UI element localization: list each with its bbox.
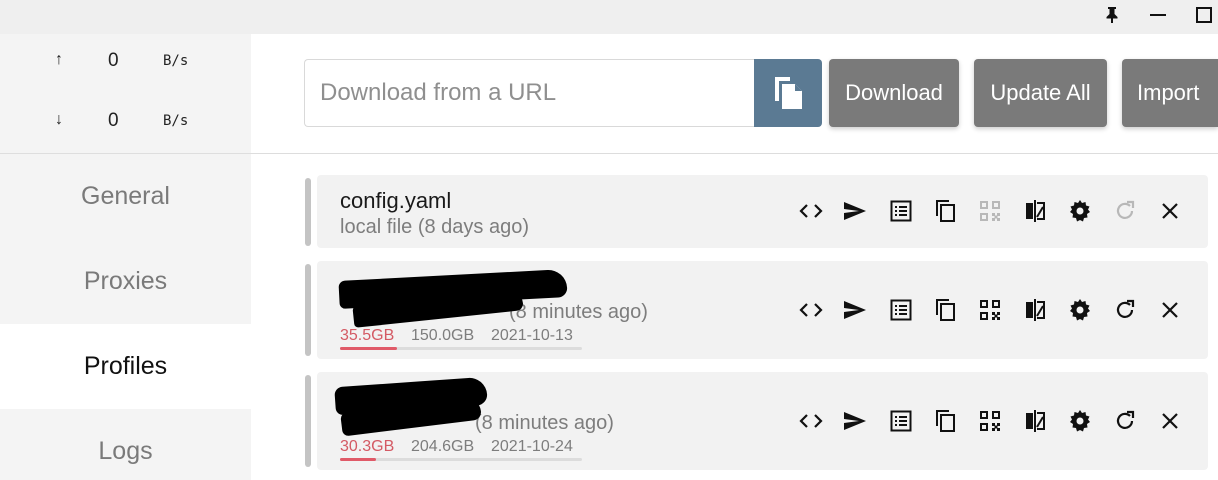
used-traffic: 35.5GB <box>340 327 395 344</box>
download-arrow-icon: ↓ <box>55 111 63 128</box>
compare-icon[interactable] <box>1021 296 1049 324</box>
profile-subtitle: local file (8 days ago) <box>340 216 529 238</box>
usage-progress <box>340 458 582 461</box>
total-traffic: 150.0GB <box>411 327 475 344</box>
traffic-panel: ↑ 0 B/s ↓ 0 B/s <box>0 34 251 154</box>
close-icon[interactable] <box>1156 407 1184 435</box>
profiles-toolbar: Download Update All Import <box>251 34 1218 154</box>
qr-code-icon[interactable] <box>976 407 1004 435</box>
url-input[interactable] <box>304 59 754 127</box>
usage-progress-fill <box>340 347 398 350</box>
usage-progress <box>340 347 582 350</box>
profile-subtitle: (8 minutes ago) <box>509 301 648 323</box>
download-speed: ↓ 0 B/s <box>0 107 251 137</box>
download-unit: B/s <box>163 113 189 129</box>
nav-item-general[interactable]: General <box>0 154 251 239</box>
upload-value: 0 <box>108 50 119 71</box>
nav-item-proxies[interactable]: Proxies <box>0 239 251 324</box>
refresh-icon[interactable] <box>1111 296 1139 324</box>
compare-icon[interactable] <box>1021 197 1049 225</box>
code-icon[interactable] <box>797 197 825 225</box>
upload-arrow-icon: ↑ <box>55 51 63 68</box>
compare-icon[interactable] <box>1021 407 1049 435</box>
refresh-icon[interactable] <box>1111 197 1139 225</box>
update-all-button[interactable]: Update All <box>974 59 1107 127</box>
qr-code-icon[interactable] <box>976 197 1004 225</box>
profile-actions <box>797 175 1197 248</box>
maximize-icon[interactable] <box>1184 0 1218 30</box>
paste-button[interactable] <box>754 59 822 127</box>
pin-icon[interactable] <box>1092 0 1132 30</box>
profile-actions <box>797 261 1197 359</box>
usage-progress-fill <box>340 458 376 461</box>
paste-icon <box>775 77 802 109</box>
profile-name: config.yaml <box>340 188 452 213</box>
code-icon[interactable] <box>797 296 825 324</box>
send-icon[interactable] <box>841 197 869 225</box>
expire-date: 2021-10-13 <box>491 327 573 344</box>
expire-date: 2021-10-24 <box>491 438 573 455</box>
send-icon[interactable] <box>841 296 869 324</box>
upload-speed: ↑ 0 B/s <box>0 47 251 77</box>
settings-icon[interactable] <box>1066 407 1094 435</box>
qr-code-icon[interactable] <box>976 296 1004 324</box>
download-button[interactable]: Download <box>829 59 959 127</box>
profile-indicator <box>305 264 311 356</box>
send-icon[interactable] <box>841 407 869 435</box>
profile-indicator <box>305 375 311 467</box>
import-button[interactable]: Import <box>1122 59 1218 127</box>
profile-subtitle: (8 minutes ago) <box>475 412 614 434</box>
settings-icon[interactable] <box>1066 296 1094 324</box>
profile-card[interactable]: config.yaml local file (8 days ago) <box>317 175 1208 248</box>
list-icon[interactable] <box>887 407 915 435</box>
code-icon[interactable] <box>797 407 825 435</box>
profile-card[interactable]: (8 minutes ago) 35.5GB 150.0GB 2021-10-1… <box>317 261 1208 359</box>
title-bar <box>0 0 1218 34</box>
copy-icon[interactable] <box>931 296 959 324</box>
profile-actions <box>797 372 1197 470</box>
settings-icon[interactable] <box>1066 197 1094 225</box>
list-icon[interactable] <box>887 296 915 324</box>
total-traffic: 204.6GB <box>411 438 475 455</box>
download-value: 0 <box>108 110 119 131</box>
upload-unit: B/s <box>163 53 189 69</box>
copy-icon[interactable] <box>931 407 959 435</box>
sidebar: ↑ 0 B/s ↓ 0 B/s General Proxies Profiles… <box>0 34 251 480</box>
profile-card[interactable]: (8 minutes ago) 30.3GB 204.6GB 2021-10-2… <box>317 372 1208 470</box>
minimize-icon[interactable] <box>1138 0 1178 30</box>
nav-item-logs[interactable]: Logs <box>0 409 251 480</box>
refresh-icon[interactable] <box>1111 407 1139 435</box>
list-icon[interactable] <box>887 197 915 225</box>
copy-icon[interactable] <box>931 197 959 225</box>
profile-indicator <box>305 178 311 246</box>
nav-item-profiles[interactable]: Profiles <box>0 324 251 409</box>
close-icon[interactable] <box>1156 197 1184 225</box>
close-icon[interactable] <box>1156 296 1184 324</box>
used-traffic: 30.3GB <box>340 438 395 455</box>
